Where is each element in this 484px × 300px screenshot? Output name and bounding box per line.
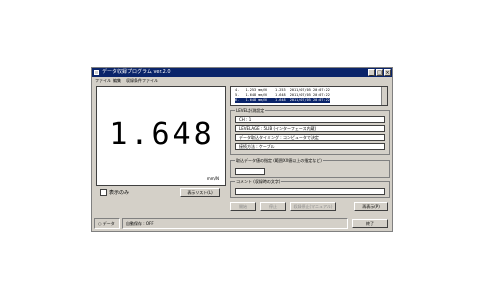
measurement-unit: mm/N xyxy=(206,176,219,181)
start-button[interactable]: 開始 xyxy=(230,202,256,211)
exit-button[interactable]: 終了 xyxy=(352,219,388,228)
maximize-button[interactable]: □ xyxy=(376,69,383,76)
redisplay-button[interactable]: 再表示(P) xyxy=(354,202,388,211)
log-row-selected[interactable]: 6. 1.648 mm/N 1.648 2011/07/05 20:07:22 xyxy=(235,98,330,103)
range-group: 取込データ値の指定 (範囲XX値以上の指定など) xyxy=(230,158,390,178)
status-mode-label: データ xyxy=(102,221,115,226)
status-auto-save: 自動保存 : OFF xyxy=(122,218,348,229)
level-settings-label: LEVEL計測設定 xyxy=(235,108,266,113)
menu-file[interactable]: ファイル xyxy=(95,77,111,84)
setting-levelage: LEVELAGE : 5LIB (インターフェース内蔵) xyxy=(235,125,385,132)
comment-label: コメント (収録時の文字) xyxy=(235,179,282,184)
setting-connection: 接続方法 : ケーブル xyxy=(235,143,385,150)
log-scrollbar[interactable] xyxy=(381,87,387,105)
main-window: データ収録プログラム ver.2.0 _ □ × ファイル 編集 収録条件ファイ… xyxy=(91,67,393,232)
measurement-value: 1.648 xyxy=(109,117,215,152)
comment-input[interactable] xyxy=(235,188,385,195)
setting-timing: データ取込タイミング : コンピュータで決定 xyxy=(235,134,385,141)
range-label: 取込データ値の指定 (範囲XX値以上の指定など) xyxy=(235,158,323,163)
window-title: データ収録プログラム ver.2.0 xyxy=(102,69,171,75)
checkbox-box[interactable] xyxy=(100,189,107,196)
show-list-button[interactable]: 表示リスト(L) xyxy=(180,188,220,197)
status-mode: ○ データ xyxy=(94,218,120,229)
app-icon xyxy=(94,70,99,75)
setting-ch: CH : 1 xyxy=(235,116,385,123)
menu-edit[interactable]: 編集 xyxy=(113,77,121,84)
title-bar: データ収録プログラム ver.2.0 _ □ × xyxy=(92,68,392,77)
comment-group: コメント (収録時の文字) xyxy=(230,179,390,198)
menu-condition-file[interactable]: 収録条件ファイル xyxy=(126,77,158,84)
range-input[interactable] xyxy=(235,168,265,175)
menu-bar: ファイル 編集 収録条件ファイル xyxy=(92,77,392,84)
data-log-list[interactable]: 4. 1.253 mm/N 1.253 2011/07/05 20:07:22 … xyxy=(230,86,388,106)
manual-stop-button[interactable]: 収録停止(マニュアル) xyxy=(290,202,336,211)
display-only-label: 表示のみ xyxy=(109,190,130,196)
stop-button[interactable]: 停止 xyxy=(260,202,286,211)
measurement-display: 1.648 mm/N xyxy=(96,86,226,186)
minimize-button[interactable]: _ xyxy=(368,69,375,76)
display-only-checkbox[interactable]: 表示のみ xyxy=(100,189,129,197)
close-button[interactable]: × xyxy=(384,69,391,76)
status-bar: ○ データ 自動保存 : OFF 終了 xyxy=(94,218,390,229)
level-settings-group: LEVEL計測設定 CH : 1 LEVELAGE : 5LIB (インターフェ… xyxy=(230,108,390,155)
